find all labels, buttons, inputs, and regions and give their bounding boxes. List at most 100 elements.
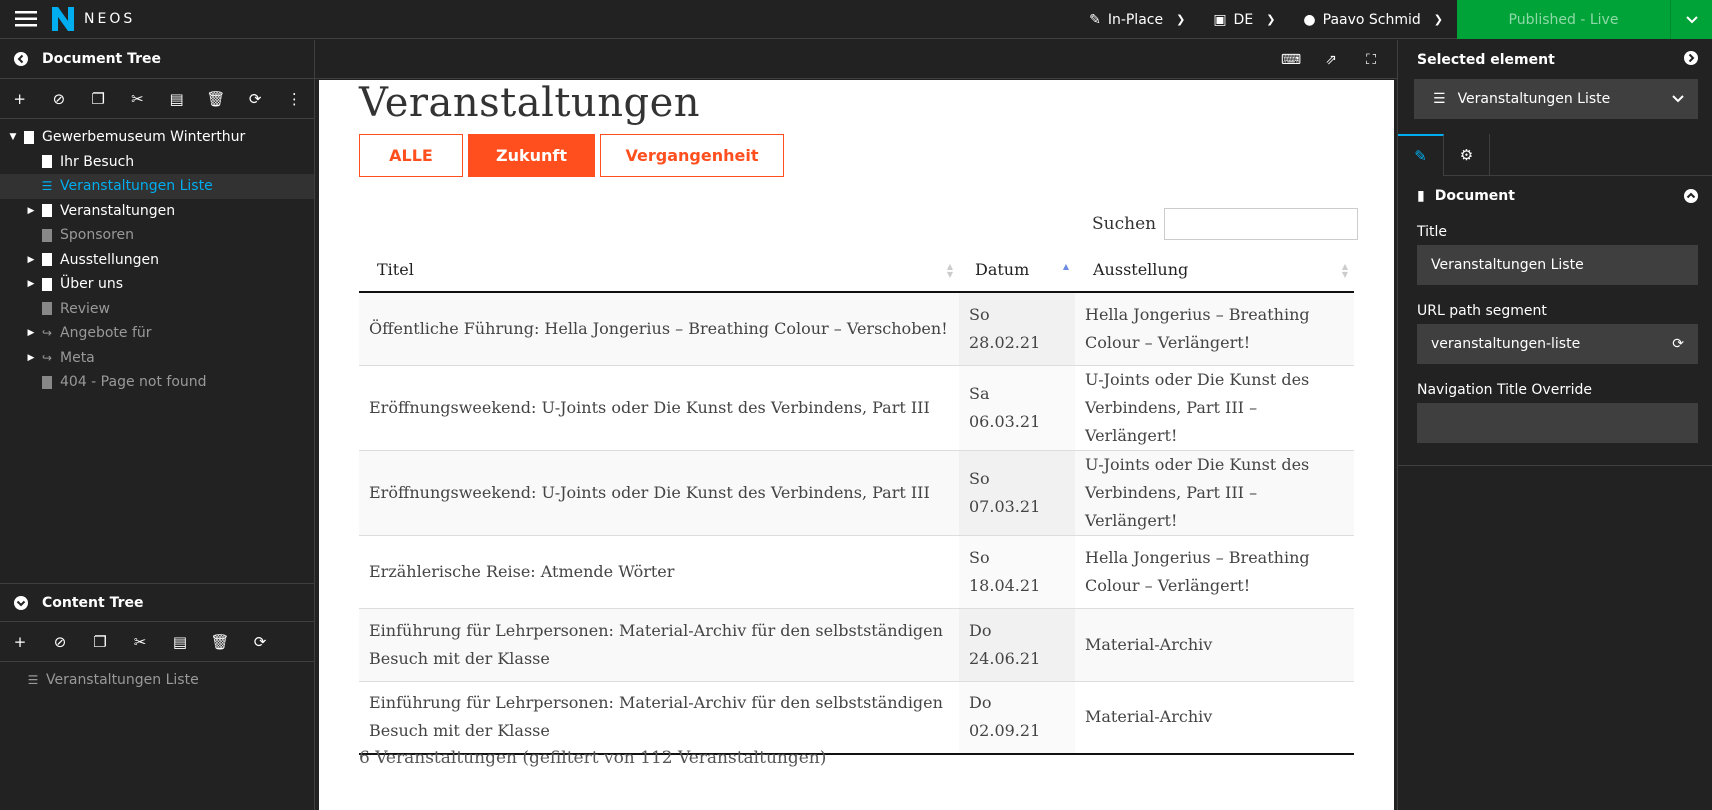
page-icon (38, 204, 56, 218)
document-tree-header: Document Tree (0, 40, 314, 79)
document-section-header[interactable]: ▮ Document (1398, 176, 1712, 216)
caret-down-icon[interactable]: ▼ (6, 132, 20, 142)
page-icon (38, 277, 56, 291)
paste-icon[interactable]: ▤ (157, 79, 196, 119)
caret-right-icon[interactable]: ▶ (24, 206, 38, 216)
column-header-datum[interactable]: Datum ▲ (959, 248, 1075, 293)
navigation-title-label: Navigation Title Override (1417, 382, 1592, 398)
caret-right-icon[interactable]: ▶ (24, 328, 38, 338)
selected-element-dropdown[interactable]: ☰ Veranstaltungen Liste (1414, 79, 1698, 119)
column-header-titel[interactable]: Titel ▲ ▼ (359, 248, 959, 293)
cell-titel: Öffentliche Führung: Hella Jongerius – B… (359, 292, 959, 366)
tree-node[interactable]: ▶ ↪ Angebote für (0, 321, 314, 346)
delete-icon[interactable]: 🗑 (196, 79, 235, 119)
events-table: Titel ▲ ▼ Datum ▲ Ausstellung ▲ ▼ Öffentliche… (359, 248, 1354, 755)
filter-past-button[interactable]: Vergangenheit (600, 134, 784, 177)
title-field[interactable]: Veranstaltungen Liste (1417, 245, 1698, 285)
user-dropdown[interactable]: ● Paavo Schmid ❯ (1289, 0, 1457, 39)
column-header-ausstellung[interactable]: Ausstellung ▲ ▼ (1075, 248, 1354, 293)
add-icon[interactable]: + (0, 79, 39, 119)
caret-right-icon[interactable]: ▶ (24, 279, 38, 289)
cell-datum: So 18.04.21 (959, 535, 1075, 609)
publish-dropdown-button[interactable] (1670, 0, 1712, 39)
collapse-section-icon[interactable] (1684, 189, 1698, 203)
caret-right-icon[interactable]: ▶ (24, 255, 38, 265)
copy-icon[interactable]: ❐ (80, 622, 120, 662)
search-input[interactable] (1164, 208, 1359, 240)
delete-icon[interactable]: 🗑 (200, 622, 240, 662)
canvas-toolbar: ⌨ ⇗ ⛶ (315, 40, 1397, 79)
external-link-icon[interactable]: ⇗ (1311, 52, 1351, 68)
collapse-sidebar-icon[interactable] (0, 52, 42, 66)
paste-icon[interactable]: ▤ (160, 622, 200, 662)
cut-icon[interactable]: ✂ (120, 622, 160, 662)
document-tree: ▼ Gewerbemuseum Winterthur Ihr Besuch ☰ … (0, 119, 314, 395)
publish-button[interactable]: Published - Live (1457, 0, 1670, 39)
neos-logo[interactable]: NEOS (52, 7, 135, 31)
hide-icon[interactable]: ⊘ (40, 622, 80, 662)
caret-right-icon[interactable]: ▶ (24, 353, 38, 363)
collapse-inspector-icon[interactable] (1684, 50, 1698, 69)
menu-icon[interactable] (0, 0, 52, 39)
tree-node-label: Sponsoren (60, 227, 135, 244)
tree-node[interactable]: Ihr Besuch (0, 150, 314, 175)
tab-settings[interactable]: ⚙ (1444, 134, 1490, 176)
page-icon: ▮ (1417, 188, 1425, 204)
tree-node[interactable]: 404 - Page not found (0, 370, 314, 395)
table-row: Erzählerische Reise: Atmende Wörter So 1… (359, 535, 1354, 609)
filter-all-button[interactable]: ALLE (359, 134, 463, 177)
edit-mode-dropdown[interactable]: ✎ In-Place ❯ (1075, 0, 1199, 39)
language-label: DE (1233, 11, 1254, 28)
url-path-field[interactable]: veranstaltungen-liste ⟳ (1417, 324, 1698, 364)
cut-icon[interactable]: ✂ (118, 79, 157, 119)
tree-node[interactable]: Review (0, 297, 314, 322)
more-options-icon[interactable]: ⋮ (275, 79, 314, 119)
top-bar: NEOS ✎ In-Place ❯ ▣ DE ❯ ● Paavo Schmid … (0, 0, 1712, 39)
search-label: Suchen (1092, 214, 1157, 234)
language-dropdown[interactable]: ▣ DE ❯ (1199, 0, 1289, 39)
shortcut-icon: ↪ (41, 326, 53, 341)
cell-datum: Do 24.06.21 (959, 608, 1075, 682)
tree-node-label: Ihr Besuch (60, 153, 135, 170)
content-tree-title: Content Tree (42, 594, 144, 611)
refresh-icon[interactable]: ⟳ (236, 79, 275, 119)
fullscreen-icon[interactable]: ⛶ (1351, 52, 1391, 68)
tree-node[interactable]: ▶ Über uns (0, 272, 314, 297)
page-icon (38, 375, 56, 389)
tree-node[interactable]: ▶ ↪ Meta (0, 346, 314, 371)
add-icon[interactable]: + (0, 622, 40, 662)
tree-node[interactable]: ▶ Ausstellungen (0, 248, 314, 273)
tree-node[interactable]: ▼ Gewerbemuseum Winterthur (0, 125, 314, 150)
table-summary: 6 Veranstaltungen (gefiltert von 112 Ver… (359, 748, 827, 768)
navigation-title-field[interactable] (1417, 403, 1698, 443)
collapse-content-tree-icon[interactable] (0, 595, 42, 610)
cell-ausstellung: Material-Archiv (1075, 608, 1354, 682)
tree-node[interactable]: Sponsoren (0, 223, 314, 248)
tab-edit[interactable]: ✎ (1398, 134, 1444, 176)
keyboard-icon[interactable]: ⌨ (1271, 52, 1311, 68)
gear-icon: ⚙ (1459, 146, 1474, 164)
tree-node-label: Veranstaltungen Liste (60, 178, 213, 195)
hide-icon[interactable]: ⊘ (39, 79, 78, 119)
page-icon (38, 253, 56, 267)
pencil-icon: ✎ (1089, 11, 1101, 28)
left-sidebar: Document Tree + ⊘ ❐ ✂ ▤ 🗑 ⟳ ⋮ ▼ Gewerbem… (0, 40, 315, 810)
filter-future-button[interactable]: Zukunft (468, 134, 595, 177)
content-tree-node[interactable]: ☰ Veranstaltungen Liste (0, 668, 315, 693)
table-row: Eröffnungsweekend: U-Joints oder Die Kun… (359, 365, 1354, 451)
tree-node[interactable]: ▶ Veranstaltungen (0, 199, 314, 224)
edit-mode-label: In-Place (1107, 11, 1164, 28)
list-icon: ☰ (27, 673, 39, 688)
sync-icon[interactable]: ⟳ (1672, 336, 1684, 352)
inspector-title: Selected element (1417, 51, 1555, 68)
cell-titel: Einführung für Lehrpersonen: Material-Ar… (359, 681, 959, 755)
section-title: Document (1434, 188, 1515, 204)
copy-icon[interactable]: ❐ (79, 79, 118, 119)
cell-ausstellung: U-Joints oder Die Kunst des Verbindens, … (1075, 365, 1354, 451)
refresh-icon[interactable]: ⟳ (240, 622, 280, 662)
cell-titel: Einführung für Lehrpersonen: Material-Ar… (359, 608, 959, 682)
table-row: Einführung für Lehrpersonen: Material-Ar… (359, 681, 1354, 755)
content-tree-toolbar: + ⊘ ❐ ✂ ▤ 🗑 ⟳ (0, 622, 315, 662)
tree-node-selected[interactable]: ☰ Veranstaltungen Liste (0, 174, 314, 199)
tree-node-label: Veranstaltungen (60, 202, 176, 219)
